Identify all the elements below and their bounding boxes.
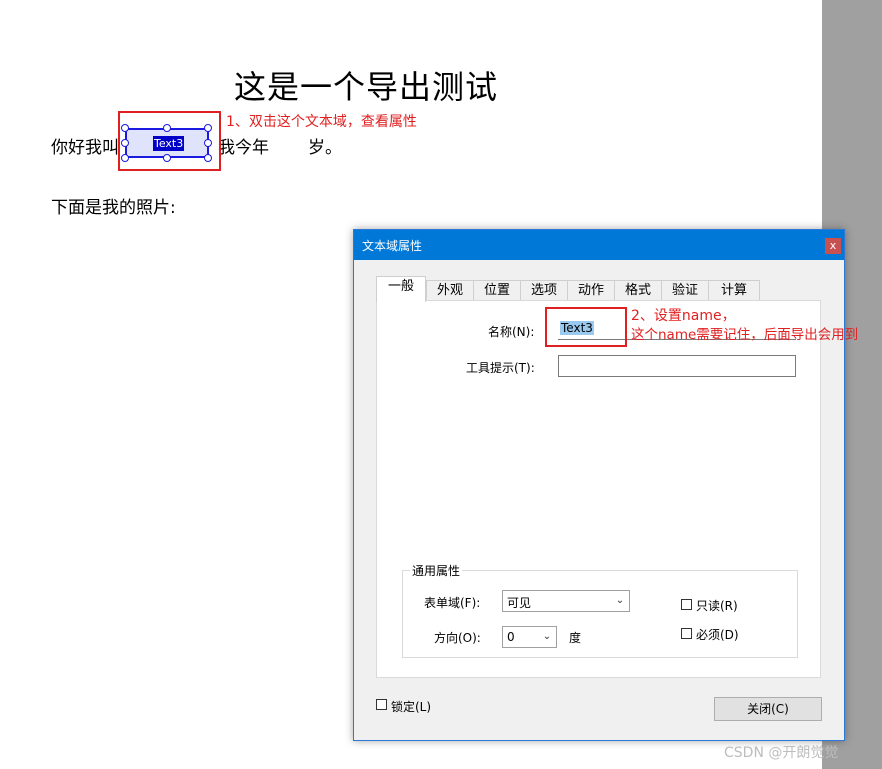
- tab-general[interactable]: 一般: [376, 276, 426, 302]
- tab-position[interactable]: 位置: [473, 280, 521, 300]
- tooltip-label: 工具提示(T):: [466, 361, 535, 375]
- required-checkbox[interactable]: [681, 628, 692, 639]
- orientation-select[interactable]: 0 ⌄: [502, 626, 557, 648]
- close-button[interactable]: 关闭(C): [714, 697, 822, 721]
- close-icon[interactable]: x: [825, 238, 841, 254]
- document-text-name-prefix: 你好我叫: [51, 138, 119, 158]
- readonly-checkbox[interactable]: [681, 599, 692, 610]
- chevron-down-icon: ⌄: [542, 631, 552, 642]
- locked-checkbox[interactable]: [376, 699, 387, 710]
- text-field-properties-dialog: 文本域属性 x 一般 外观 位置 选项 动作 格式 验证 计算 名称(N): T…: [353, 229, 845, 741]
- dialog-titlebar[interactable]: 文本域属性 x: [354, 230, 844, 260]
- form-field-select[interactable]: 可见 ⌄: [502, 590, 630, 612]
- annotation-step1: 1、双击这个文本域，查看属性: [226, 114, 417, 130]
- tab-actions[interactable]: 动作: [567, 280, 615, 300]
- chevron-down-icon: ⌄: [615, 595, 625, 606]
- tab-options[interactable]: 选项: [520, 280, 568, 300]
- tab-validate[interactable]: 验证: [661, 280, 709, 300]
- tab-panel-general: 名称(N): Text3 工具提示(T): 通用属性 表单域(F): 可见 ⌄ …: [376, 300, 821, 678]
- tab-format[interactable]: 格式: [614, 280, 662, 300]
- document-text-age-suffix: 岁。: [308, 138, 342, 158]
- name-label: 名称(N):: [488, 325, 535, 339]
- document-text-age-prefix: 我今年: [218, 138, 269, 158]
- tab-appearance[interactable]: 外观: [426, 280, 474, 300]
- document-title: 这是一个导出测试: [234, 68, 499, 106]
- orientation-value: 0: [507, 630, 515, 644]
- degree-label: 度: [569, 631, 582, 645]
- annotation-box-name: [545, 307, 627, 347]
- form-field-value: 可见: [507, 596, 532, 610]
- common-properties-group: 通用属性 表单域(F): 可见 ⌄ 方向(O): 0 ⌄ 度 只读(R) 必须(…: [402, 562, 798, 658]
- watermark: CSDN @开朗觉觉: [724, 745, 839, 761]
- annotation-box-field: [118, 111, 221, 171]
- tooltip-field[interactable]: [558, 355, 796, 377]
- locked-label: 锁定(L): [391, 700, 432, 714]
- form-field-label: 表单域(F):: [424, 596, 481, 610]
- common-properties-title: 通用属性: [410, 562, 463, 579]
- annotation-step2-line2: 这个name需要记住，后面导出会用到: [631, 327, 859, 343]
- document-text-photo: 下面是我的照片:: [51, 198, 176, 218]
- readonly-label: 只读(R): [696, 599, 738, 613]
- required-label: 必须(D): [696, 628, 739, 642]
- tab-calculate[interactable]: 计算: [708, 280, 760, 300]
- orientation-label: 方向(O):: [434, 631, 481, 645]
- annotation-step2-line1: 2、设置name，: [631, 308, 736, 324]
- dialog-title: 文本域属性: [362, 239, 423, 253]
